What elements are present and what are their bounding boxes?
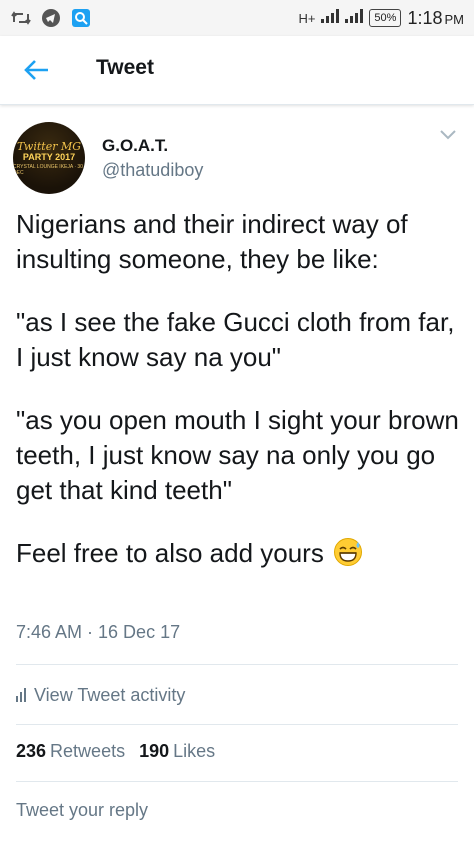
network-type: H+ [298,10,316,26]
more-options-button[interactable] [438,128,458,144]
search-notification-icon [70,7,92,29]
tweet-stats: 236 Retweets 190 Likes [16,741,215,762]
tweet-paragraph-last: Feel free to also add yours [16,536,462,571]
display-name[interactable]: G.O.A.T. [102,136,168,156]
back-button[interactable] [22,56,52,84]
user-handle[interactable]: @thatudiboy [102,160,203,181]
retweets-count: 236 [16,741,47,761]
signal-icon [321,8,340,28]
avatar-text-line1: Twitter MG [16,139,82,153]
signal-icon-2 [345,8,364,28]
arrow-left-icon [24,60,48,80]
telegram-notification-icon [40,7,62,29]
status-bar: H+ 50% 1:18 PM [0,0,474,36]
grinning-face-with-sweat-icon [333,537,363,567]
avatar-text-line3: CRYSTAL LOUNGE IKEJA · 30 DEC [13,163,83,176]
battery-indicator: 50% [369,9,402,27]
app-header: Tweet [0,36,474,105]
activity-bars-icon [16,688,26,702]
status-bar-system: H+ 50% 1:18 PM [298,8,464,29]
divider [16,724,458,725]
tweet-timestamp: 7:46 AM · 16 Dec 17 [16,622,181,642]
clock: 1:18 PM [407,8,464,29]
tweet-paragraph: "as you open mouth I sight your brown te… [16,405,459,505]
status-bar-notifications [10,7,92,29]
page-title: Tweet [96,56,154,79]
view-tweet-activity-link[interactable]: View Tweet activity [16,680,185,710]
tweet-paragraph: Feel free to also add yours [16,538,324,568]
avatar-text-line2: PARTY 2017 [22,151,76,162]
chevron-down-icon [440,130,456,140]
divider [16,781,458,782]
divider [16,664,458,665]
retweets-label: Retweets [50,741,126,761]
tweet-paragraph: "as I see the fake Gucci cloth from far,… [16,307,455,372]
clock-ampm: PM [444,11,465,27]
activity-label: View Tweet activity [34,684,186,705]
likes-stat[interactable]: 190 Likes [139,741,215,762]
clock-time: 1:18 [407,7,443,28]
likes-label: Likes [173,741,216,761]
retweet-notification-icon [10,7,32,29]
avatar[interactable]: Twitter MG PARTY 2017 CRYSTAL LOUNGE IKE… [13,122,85,194]
tweet-text: Nigerians and their indirect way of insu… [16,207,462,571]
tweet-paragraph: Nigerians and their indirect way of insu… [16,209,408,274]
reply-input[interactable]: Tweet your reply [16,800,148,821]
retweets-stat[interactable]: 236 Retweets [16,741,125,762]
likes-count: 190 [139,741,170,761]
